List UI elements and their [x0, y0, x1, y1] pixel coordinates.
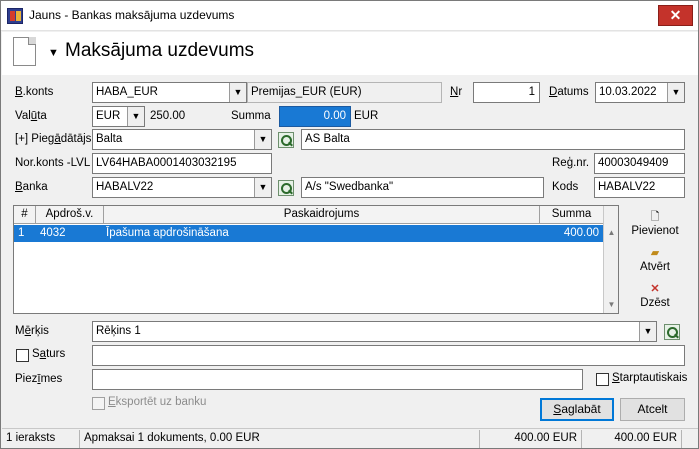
chevron-down-icon[interactable]: ▼	[127, 107, 144, 126]
saturs-input[interactable]	[92, 345, 685, 366]
row-num: 1	[18, 227, 25, 239]
lookup-icon[interactable]	[278, 132, 294, 148]
datums-label: Datums	[549, 86, 589, 98]
chevron-down-icon[interactable]: ▼	[229, 83, 246, 102]
valuta-amount: 250.00	[150, 110, 186, 122]
saturs-checkbox[interactable]	[16, 349, 29, 362]
piegadatajs-label[interactable]: [+] Piegādātājs	[15, 133, 91, 145]
row-sum: 400.00	[563, 227, 599, 239]
status-total-2: 400.00 EUR	[582, 430, 682, 448]
summa-input[interactable]: 0.00	[279, 106, 351, 127]
lookup-icon[interactable]	[664, 324, 680, 340]
delete-line-label: Dzēst	[640, 297, 670, 309]
status-total-1: 400.00 EUR	[480, 430, 582, 448]
bkonts-select[interactable]: HABA_EUR ▼	[92, 82, 247, 103]
starptautiskais-label[interactable]: Starptautiskais	[612, 372, 687, 384]
cancel-button[interactable]: Atcelt	[620, 398, 685, 421]
window-title: Jauns - Bankas maksājuma uzdevums	[29, 8, 235, 22]
save-button[interactable]: Saglabāt	[540, 398, 614, 421]
document-icon	[13, 37, 36, 66]
folder-open-icon: ▰	[650, 247, 660, 259]
saturs-label[interactable]: Saturs	[32, 348, 65, 360]
row-code: 4032	[40, 227, 66, 239]
grid-header-code[interactable]: Apdroš.v.	[36, 206, 104, 224]
bkonts-description: Premijas_EUR (EUR)	[247, 82, 442, 103]
delete-x-icon: ✕	[650, 283, 660, 295]
piegadatajs-select[interactable]: Balta ▼	[92, 129, 272, 150]
banka-label: Banka	[15, 181, 48, 193]
piegadatajs-value: Balta	[96, 133, 123, 145]
datums-value: 10.03.2022	[599, 86, 657, 98]
banka-value: HABALV22	[96, 181, 154, 193]
norkonts-input[interactable]: LV64HABA0001403032195	[92, 153, 272, 174]
add-line-label: Pievienot	[631, 225, 679, 237]
valuta-label: Valūta	[15, 110, 47, 122]
page-title: Maksājuma uzdevums	[65, 40, 255, 61]
grid-header-num[interactable]: #	[14, 206, 36, 224]
eksportet-label: Eksportēt uz banku	[108, 396, 207, 408]
merkis-label: Mērķis	[15, 325, 49, 337]
regnr-input[interactable]: 40003049409	[594, 153, 685, 174]
valuta-value: EUR	[96, 110, 121, 122]
datums-picker[interactable]: 10.03.2022 ▼	[595, 82, 685, 103]
chevron-down-icon[interactable]: ▼	[639, 322, 656, 341]
nr-label: Nr	[450, 86, 463, 98]
piezimes-label: Piezīmes	[15, 373, 63, 385]
summa-label: Summa	[231, 110, 271, 122]
lines-grid[interactable]: # Apdroš.v. Paskaidrojums Summa 1 4032 Ī…	[13, 205, 619, 314]
status-records: 1 ieraksts	[2, 430, 80, 448]
valuta-select[interactable]: EUR ▼	[92, 106, 145, 127]
banka-name[interactable]: A/s "Swedbanka"	[301, 177, 544, 198]
open-line-label: Atvērt	[639, 261, 671, 273]
chevron-down-icon[interactable]: ▼	[254, 130, 271, 149]
status-summary: Apmaksai 1 dokuments, 0.00 EUR	[80, 430, 480, 448]
summa-currency: EUR	[354, 110, 379, 122]
starptautiskais-checkbox[interactable]	[596, 373, 609, 386]
scroll-up-icon[interactable]: ▲	[604, 225, 619, 240]
merkis-select[interactable]: Rēķins 1 ▼	[92, 321, 657, 342]
piezimes-input[interactable]	[92, 369, 583, 390]
chevron-down-icon[interactable]: ▼	[667, 83, 684, 102]
eksportet-checkbox[interactable]	[92, 397, 105, 410]
status-bar: 1 ieraksts Apmaksai 1 dokuments, 0.00 EU…	[2, 428, 698, 448]
nr-input[interactable]: 1	[473, 82, 540, 103]
banka-select[interactable]: HABALV22 ▼	[92, 177, 272, 198]
kods-input[interactable]: HABALV22	[594, 177, 685, 198]
regnr-label: Reģ.nr.	[552, 157, 590, 169]
scroll-down-icon[interactable]: ▼	[604, 297, 619, 312]
payment-order-window: Jauns - Bankas maksājuma uzdevums ✕ ▼ Ma…	[0, 0, 699, 449]
app-book-icon	[7, 8, 23, 24]
close-button[interactable]: ✕	[658, 5, 693, 26]
bkonts-value: HABA_EUR	[96, 86, 158, 98]
norkonts-label: Nor.konts -LVL	[15, 157, 91, 169]
row-desc: Īpašuma apdrošināšana	[106, 227, 229, 239]
grid-header-desc[interactable]: Paskaidrojums	[104, 206, 540, 224]
grid-scrollbar[interactable]: ▲ ▼	[603, 206, 618, 313]
table-row[interactable]: 1 4032 Īpašuma apdrošināšana 400.00	[14, 225, 603, 242]
chevron-down-icon[interactable]: ▼	[254, 178, 271, 197]
piegadatajs-name[interactable]: AS Balta	[301, 129, 685, 150]
bkonts-label: B.konts	[15, 86, 54, 98]
lookup-icon[interactable]	[278, 180, 294, 196]
grid-header-sum[interactable]: Summa	[540, 206, 603, 224]
merkis-value: Rēķins 1	[96, 325, 141, 337]
header: ▼ Maksājuma uzdevums	[2, 32, 698, 75]
grid-header: # Apdroš.v. Paskaidrojums Summa	[14, 206, 603, 224]
open-line-button[interactable]: ▰ Atvērt	[625, 247, 685, 273]
caret-down-icon[interactable]: ▼	[48, 47, 59, 59]
kods-label: Kods	[552, 181, 579, 193]
delete-line-button[interactable]: ✕ Dzēst	[625, 283, 685, 309]
new-document-icon: 🗋	[650, 211, 660, 223]
title-bar[interactable]: Jauns - Bankas maksājuma uzdevums ✕	[1, 1, 698, 31]
add-line-button[interactable]: 🗋 Pievienot	[625, 211, 685, 237]
